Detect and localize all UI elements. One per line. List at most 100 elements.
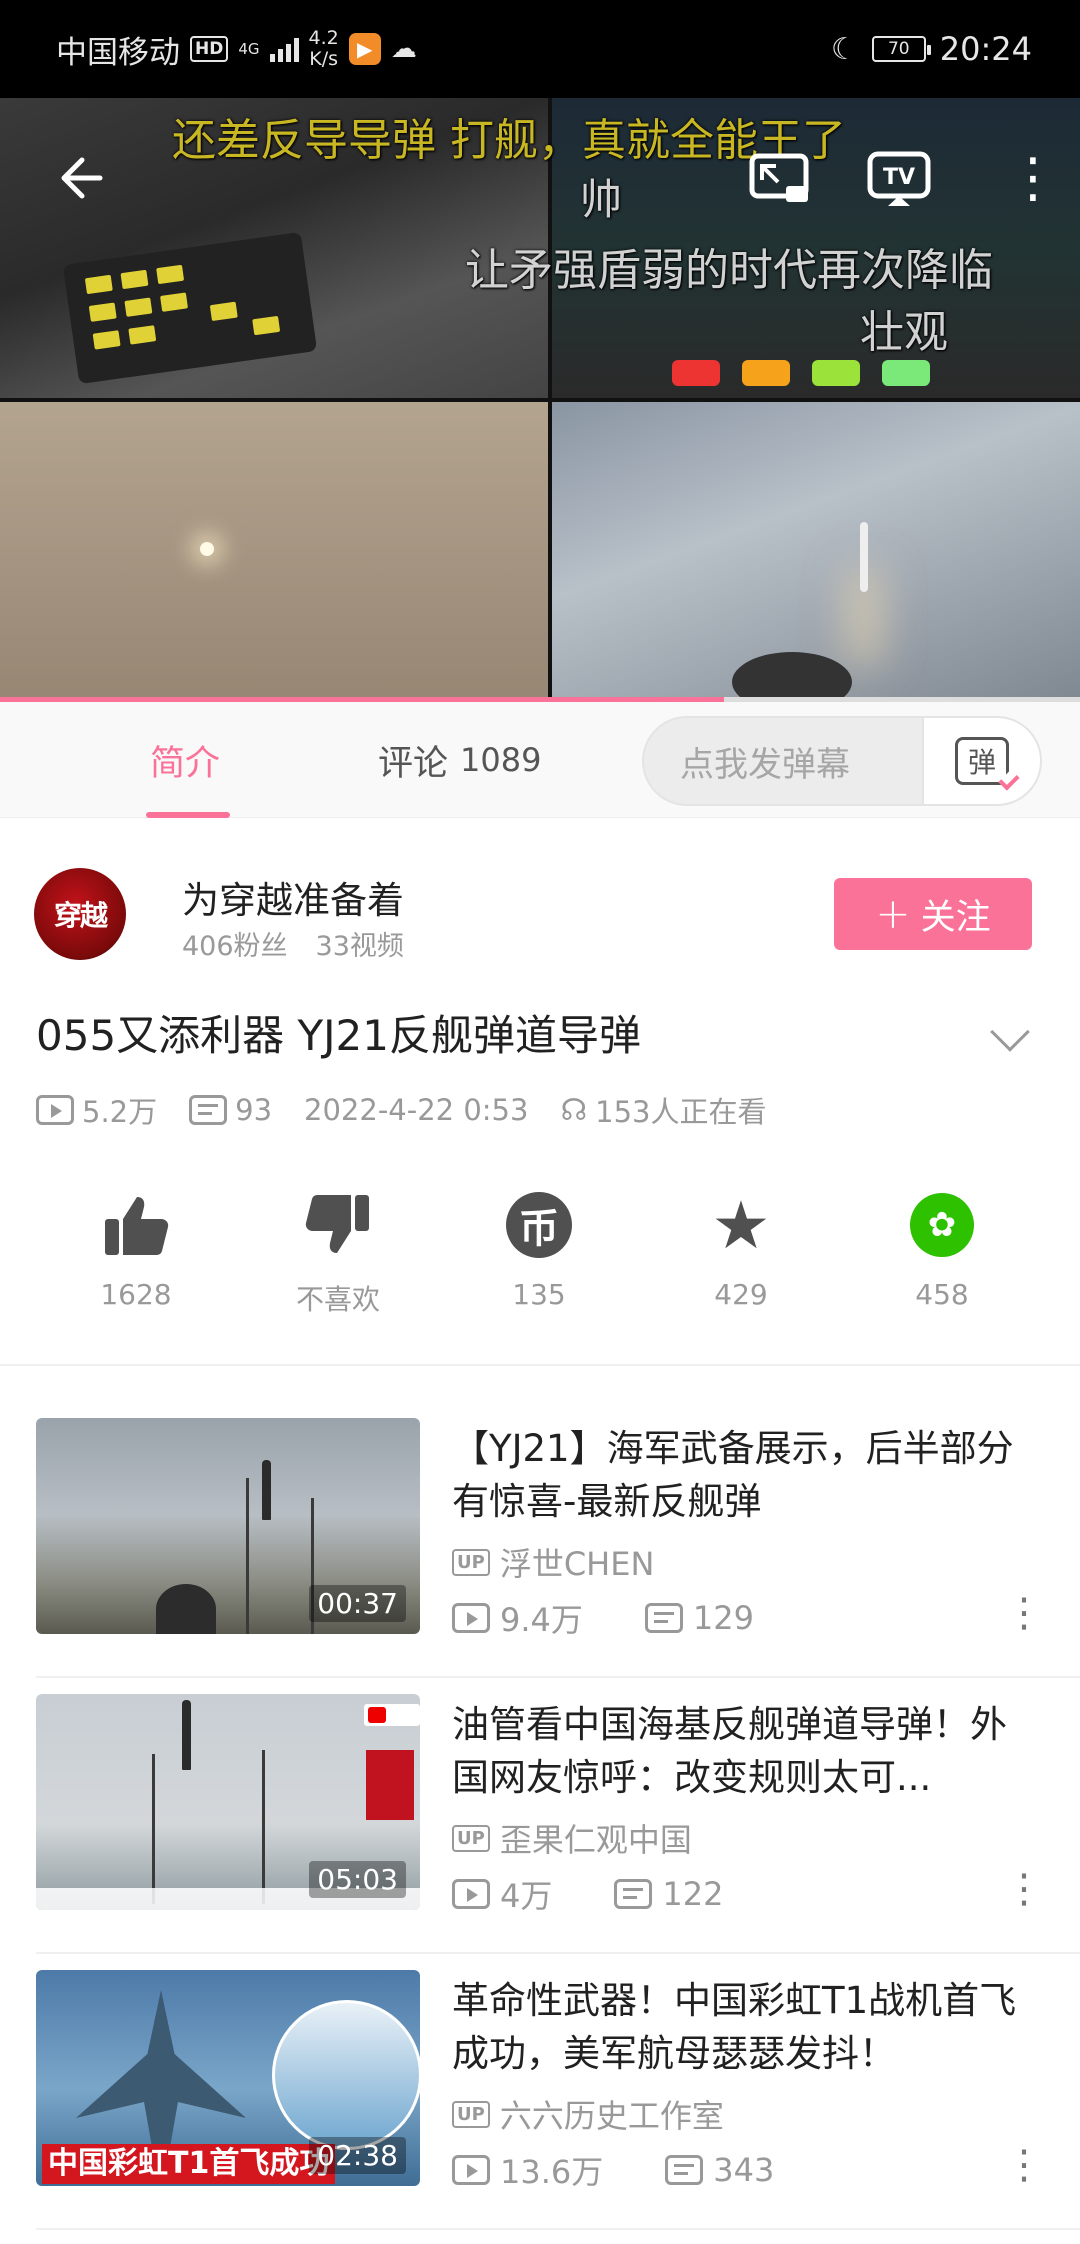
related-stats: 4万 122 <box>452 1874 724 1915</box>
thumbs-up-icon <box>105 1197 169 1255</box>
plus-icon: + <box>875 889 911 938</box>
carrier-label: 中国移动 <box>56 34 180 71</box>
more-vertical-icon[interactable]: ⋮ <box>1004 1590 1044 1640</box>
play-count: 5.2万 <box>36 1089 157 1131</box>
related-uploader-name: 歪果仁观中国 <box>499 1821 692 1859</box>
related-danmaku: 343 <box>713 2151 775 2189</box>
related-video-item[interactable]: 00:37 【YJ21】海军武备展示，后半部分有惊喜-最新反舰弹 UP 浮世CHE… <box>0 1402 1080 1678</box>
related-plays: 4万 <box>500 1877 553 1915</box>
related-video-title: 革命性武器！中国彩虹T1战机首飞成功，美军航母瑟瑟发抖！ <box>452 1979 1017 2075</box>
video-frame-sky <box>0 402 548 701</box>
like-button[interactable]: 1628 <box>56 1188 216 1311</box>
danmaku-input-placeholder: 点我发弹幕 <box>680 744 850 785</box>
favorite-button[interactable]: ★ 429 <box>661 1187 821 1312</box>
tab-intro[interactable]: 简介 <box>145 702 231 818</box>
related-danmaku: 122 <box>662 1875 724 1913</box>
action-bar: 1628 不喜欢 币 135 ★ 429 ✿ 458 <box>0 1180 1080 1316</box>
video-meta: 5.2万 93 2022-4-22 0:53 ☊ 153人正在看 <box>36 1090 798 1130</box>
danmaku-comment: 让矛强盾弱的时代再次降临 <box>465 245 993 296</box>
network-speed: 4.2 K/s <box>309 28 339 70</box>
video-count: 33视频 <box>315 931 404 962</box>
coin-icon: 币 <box>506 1192 572 1258</box>
related-plays: 9.4万 <box>500 1601 583 1639</box>
video-player[interactable]: 还差反导导弹 打舰，真就全能王了 帅 让矛强盾弱的时代再次降临 壮观 TV ⋮ <box>0 98 1080 701</box>
danmaku-comment: 还差反导导弹 打舰，真就全能王了 <box>172 115 846 166</box>
network-type: 4G <box>238 40 260 58</box>
more-vertical-icon[interactable]: ⋮ <box>1006 150 1060 210</box>
follow-button[interactable]: + 关注 <box>834 878 1032 950</box>
like-count: 1628 <box>100 1278 172 1311</box>
detail-tabs: 简介 评论 1089 点我发弹幕 弹 <box>0 702 1080 818</box>
dislike-button[interactable]: 不喜欢 <box>258 1188 418 1318</box>
fans-count: 406粉丝 <box>182 931 288 962</box>
speed-unit: K/s <box>309 48 338 70</box>
thumbnail-caption: 中国彩虹T1首飞成功 <box>42 2144 336 2184</box>
danmaku-comment: 帅 <box>580 175 623 224</box>
chevron-down-icon[interactable] <box>990 1012 1030 1052</box>
tab-comments[interactable]: 评论 1089 <box>378 702 541 818</box>
related-plays: 13.6万 <box>500 2153 604 2191</box>
tab-intro-label: 简介 <box>150 743 221 784</box>
section-divider <box>0 1364 1080 1366</box>
danmaku-toggle-button[interactable]: 弹 <box>922 718 1040 804</box>
tv-icon[interactable]: TV <box>866 150 932 210</box>
battery-level: 70 <box>887 39 910 59</box>
keypad-graphic <box>62 231 318 385</box>
danmaku-count-icon <box>189 1095 228 1125</box>
play-count-icon <box>36 1095 74 1125</box>
cast-icon[interactable] <box>748 150 812 210</box>
share-wechat-button[interactable]: ✿ 458 <box>862 1188 1022 1311</box>
video-duration: 02:38 <box>309 2137 406 2174</box>
wechat-icon: ✿ <box>910 1193 974 1257</box>
clock: 20:24 <box>939 30 1032 68</box>
related-video-item[interactable]: 中国彩虹T1首飞成功 02:38 革命性武器！中国彩虹T1战机首飞成功，美军航母… <box>0 1954 1080 2230</box>
related-video-item[interactable]: 05:03 油管看中国海基反舰弹道导弹！外国网友惊呼：改变规则太可... UP 歪… <box>0 1678 1080 1954</box>
danmaku-count: 93 <box>189 1093 272 1127</box>
hd-badge: HD <box>190 36 229 62</box>
more-vertical-icon[interactable]: ⋮ <box>1004 2142 1044 2192</box>
danmaku-count-icon <box>644 1603 683 1633</box>
share-count: 458 <box>915 1278 969 1311</box>
video-thumbnail: 00:37 <box>36 1418 420 1634</box>
danmaku-count-icon <box>614 1879 653 1909</box>
related-uploader: UP 歪果仁观中国 <box>452 1818 692 1859</box>
video-title: 055又添利器 YJ21反舰弹道导弹 <box>36 1011 642 1060</box>
moon-icon: ☾ <box>830 31 858 67</box>
danmaku-icon: 弹 <box>955 737 1009 785</box>
related-video-title: 【YJ21】海军武备展示，后半部分有惊喜-最新反舰弹 <box>452 1427 1014 1523</box>
avatar[interactable]: 穿越 <box>34 868 126 960</box>
play-count-value: 5.2万 <box>82 1095 158 1129</box>
coin-button[interactable]: 币 135 <box>459 1188 619 1311</box>
light-flare <box>200 542 214 556</box>
video-thumbnail: 05:03 <box>36 1694 420 1910</box>
smoke-cloud <box>732 652 852 701</box>
danmaku-input[interactable]: 点我发弹幕 弹 <box>642 716 1042 806</box>
related-uploader-name: 浮世CHEN <box>499 1545 655 1583</box>
youtube-logo-icon <box>364 1704 420 1726</box>
indicator-lights <box>672 360 930 386</box>
signal-icon <box>269 36 299 62</box>
related-uploader: UP 浮世CHEN <box>452 1542 655 1583</box>
item-divider <box>36 2228 1080 2230</box>
video-duration: 00:37 <box>309 1585 406 1622</box>
video-duration: 05:03 <box>309 1861 406 1898</box>
status-right: ☾ 70 20:24 <box>831 0 1032 98</box>
play-count-icon <box>452 1603 490 1633</box>
back-arrow-icon[interactable] <box>54 148 114 208</box>
missile-launch <box>860 522 868 592</box>
play-count-icon <box>452 1879 490 1909</box>
dislike-label: 不喜欢 <box>295 1283 380 1316</box>
related-video-title: 油管看中国海基反舰弹道导弹！外国网友惊呼：改变规则太可... <box>452 1703 1007 1799</box>
thumbs-down-icon <box>305 1195 369 1253</box>
danmaku-count-value: 93 <box>235 1093 273 1127</box>
video-thumbnail: 中国彩虹T1首飞成功 02:38 <box>36 1970 420 2186</box>
danmaku-count-icon <box>665 2155 704 2185</box>
more-vertical-icon[interactable]: ⋮ <box>1004 1866 1044 1916</box>
battery-icon: 70 <box>871 36 931 62</box>
related-danmaku: 129 <box>692 1599 754 1637</box>
publish-date: 2022-4-22 0:53 <box>304 1093 529 1127</box>
uploader-name[interactable]: 为穿越准备着 <box>182 870 404 924</box>
danmaku-comment: 壮观 <box>860 307 948 358</box>
tab-comments-label: 评论 <box>378 743 449 784</box>
related-stats: 13.6万 343 <box>452 2150 775 2191</box>
